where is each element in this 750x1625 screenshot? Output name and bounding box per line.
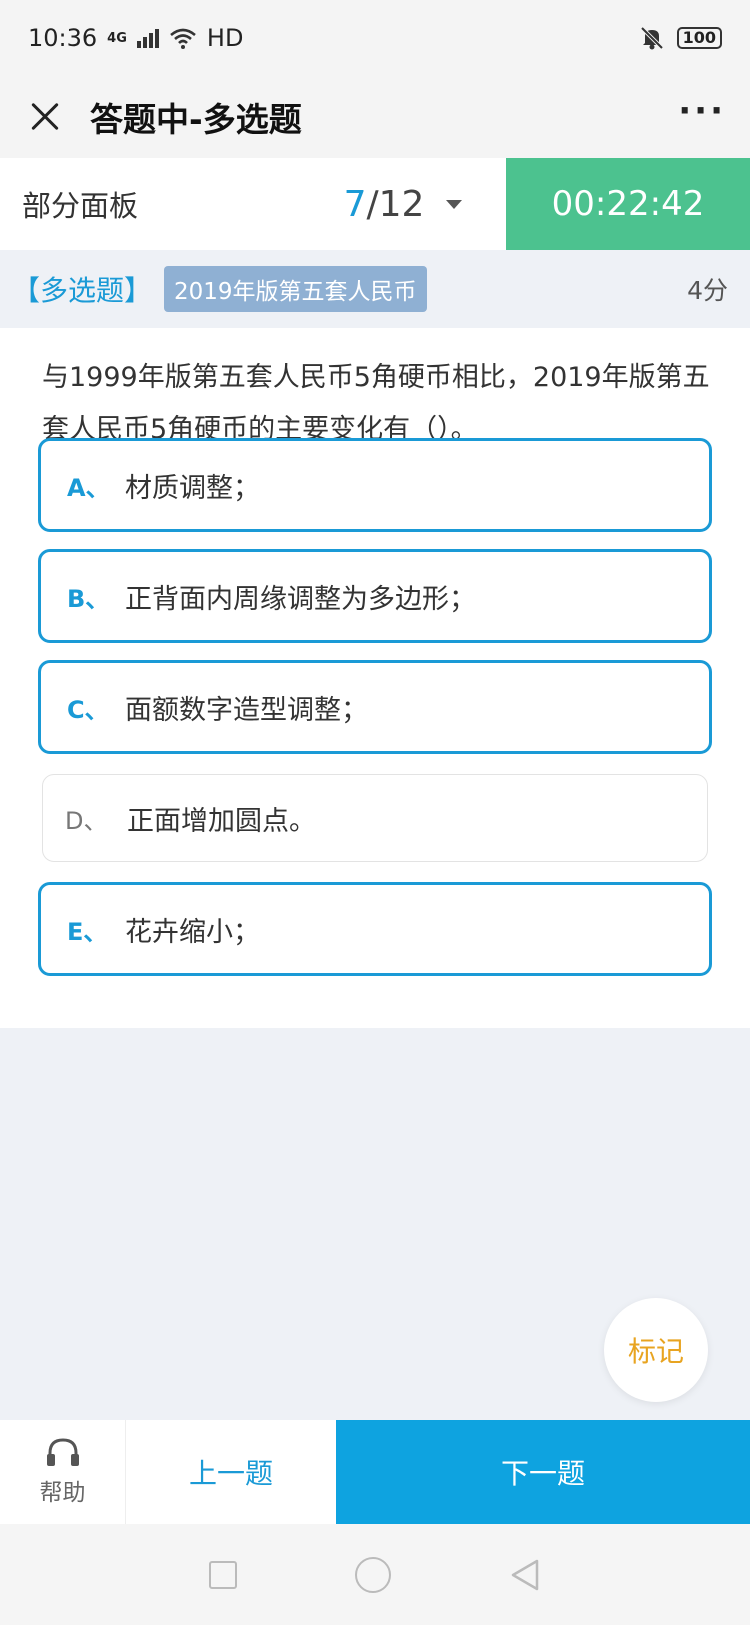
previous-question-button[interactable]: 上一题 — [126, 1420, 336, 1524]
option-d[interactable]: D、 正面增加圆点。 — [42, 774, 708, 862]
option-c[interactable]: C、 面额数字造型调整； — [38, 660, 712, 754]
option-letter: A、 — [67, 473, 110, 502]
status-left: 10:36 4G HD — [28, 24, 243, 52]
system-nav-bar — [0, 1524, 750, 1625]
current-question-number: 7 — [343, 183, 367, 225]
recent-apps-icon[interactable] — [209, 1560, 237, 1589]
option-letter: C、 — [67, 695, 109, 724]
close-icon[interactable] — [24, 97, 64, 137]
signal-icon — [136, 29, 159, 48]
option-letter: E、 — [67, 917, 108, 946]
home-icon[interactable] — [355, 1556, 391, 1593]
total-question-count: /12 — [366, 183, 425, 225]
help-label: 帮助 — [39, 1480, 86, 1506]
question-type-row: 【多选题】 2019年版第五套人民币 4分 — [0, 250, 750, 328]
next-question-button[interactable]: 下一题 — [336, 1420, 750, 1524]
section-panel-label[interactable]: 部分面板 — [0, 183, 300, 225]
title-bar: 答题中-多选题 ··· — [0, 76, 750, 158]
panel-header: 部分面板 7 /12 00:22:42 — [0, 158, 750, 250]
question-content: 与1999年版第五套人民币5角硬币相比，2019年版第五套人民币5角硬币的主要变… — [0, 328, 750, 1028]
option-b[interactable]: B、 正背面内周缘调整为多边形； — [38, 549, 712, 643]
wifi-icon — [170, 28, 196, 49]
countdown-timer: 00:22:42 — [506, 158, 750, 250]
more-options-button[interactable]: ··· — [678, 91, 726, 143]
question-tag: 2019年版第五套人民币 — [164, 266, 427, 312]
option-letter: D、 — [65, 806, 108, 835]
status-right: 100 — [639, 25, 722, 51]
chevron-down-icon — [446, 199, 463, 209]
back-icon[interactable] — [509, 1558, 541, 1592]
option-text: 正面增加圆点。 — [127, 805, 316, 837]
headphones-icon — [46, 1438, 79, 1466]
option-letter: B、 — [67, 584, 110, 613]
option-text: 面额数字造型调整； — [125, 694, 368, 726]
page-title: 答题中-多选题 — [90, 100, 302, 139]
option-text: 花卉缩小； — [125, 916, 260, 948]
bottom-action-bar: 帮助 上一题 下一题 — [0, 1420, 750, 1524]
hd-label: HD — [206, 24, 244, 52]
question-score: 4分 — [687, 276, 728, 305]
question-progress-selector[interactable]: 7 /12 — [300, 184, 506, 225]
help-button[interactable]: 帮助 — [0, 1420, 126, 1524]
option-a[interactable]: A、 材质调整； — [38, 438, 712, 532]
question-type-label: 【多选题】 — [12, 274, 153, 307]
battery-icon: 100 — [676, 27, 722, 49]
option-text: 材质调整； — [125, 472, 260, 504]
network-type: 4G — [107, 30, 127, 46]
option-text: 正背面内周缘调整为多边形； — [125, 583, 476, 615]
status-time: 10:36 — [28, 24, 98, 52]
mark-button[interactable]: 标记 — [604, 1298, 708, 1402]
mute-icon — [640, 26, 664, 50]
option-e[interactable]: E、 花卉缩小； — [38, 882, 712, 976]
status-bar: 10:36 4G HD 100 — [0, 0, 750, 76]
